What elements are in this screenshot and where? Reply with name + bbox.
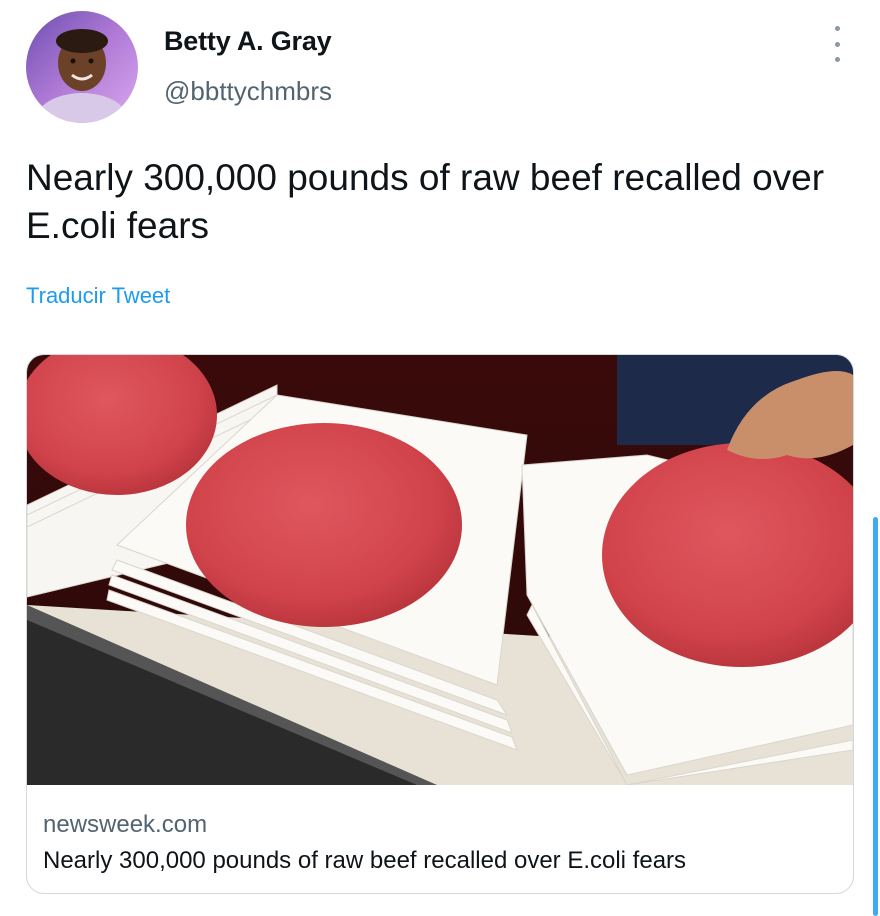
more-vertical-icon[interactable] xyxy=(822,26,852,62)
display-name[interactable]: Betty A. Gray xyxy=(164,26,332,57)
card-image xyxy=(27,355,853,785)
scrollbar[interactable] xyxy=(873,517,878,916)
profile-photo-icon xyxy=(26,11,138,123)
card-domain: newsweek.com xyxy=(43,811,208,838)
avatar[interactable] xyxy=(26,11,138,123)
user-handle[interactable]: @bbttychmbrs xyxy=(164,76,332,107)
link-preview-card[interactable]: newsweek.com Nearly 300,000 pounds of ra… xyxy=(26,354,854,894)
card-title: Nearly 300,000 pounds of raw beef recall… xyxy=(43,847,687,874)
translate-tweet-link[interactable]: Traducir Tweet xyxy=(26,283,170,309)
raw-beef-patties-photo-icon xyxy=(27,355,853,785)
tweet-text: Nearly 300,000 pounds of raw beef recall… xyxy=(26,157,825,246)
